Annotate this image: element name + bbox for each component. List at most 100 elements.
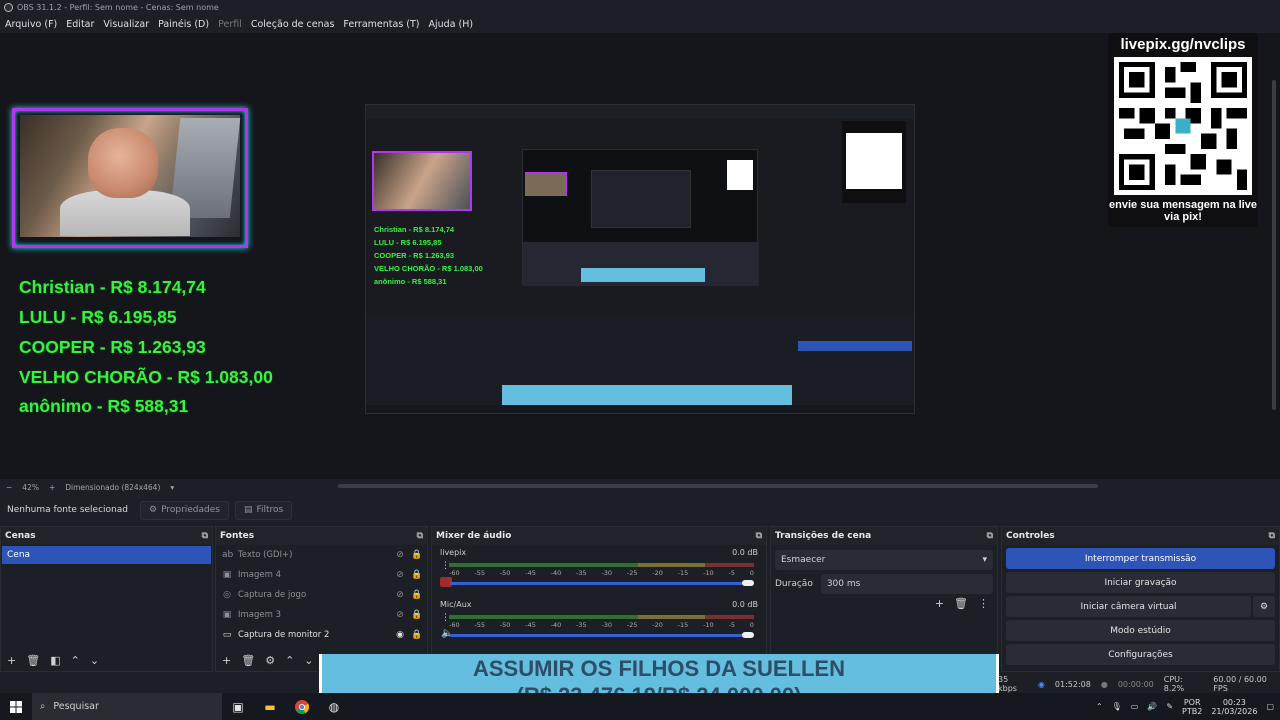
move-up-icon[interactable]: ⌃ [285, 654, 294, 667]
eye-hidden-icon[interactable]: ⊘ [395, 610, 405, 620]
studio-mode-button[interactable]: Modo estúdio [1006, 620, 1275, 641]
donor-line: Christian - R$ 8.174,74 [19, 277, 206, 297]
source-name: Captura de monitor 2 [238, 630, 330, 640]
qr-code-icon [1114, 57, 1252, 195]
eye-hidden-icon[interactable]: ⊘ [395, 570, 405, 580]
search-icon: ⌕ [40, 701, 46, 712]
remove-transition-icon[interactable]: 🗑 [954, 597, 968, 610]
preview-vertical-scrollbar[interactable] [1272, 80, 1276, 410]
webcam-frame [12, 108, 248, 248]
remove-scene-icon[interactable]: 🗑 [26, 654, 40, 667]
menu-visualizar[interactable]: Visualizar [103, 19, 149, 30]
menu-colecao-cenas[interactable]: Coleção de cenas [251, 19, 335, 30]
obs-taskbar-icon[interactable]: ◍ [318, 693, 350, 720]
notification-icon[interactable]: ▢ [1266, 702, 1274, 711]
eye-hidden-icon[interactable]: ⊘ [395, 550, 405, 560]
add-source-icon[interactable]: + [222, 654, 231, 667]
taskbar-search[interactable]: ⌕ Pesquisar [32, 693, 222, 720]
preview-horizontal-scrollbar[interactable] [338, 484, 1098, 488]
dock-undock-icon[interactable]: ⧉ [987, 531, 993, 541]
settings-button[interactable]: Configurações [1006, 644, 1275, 665]
cpu-usage: CPU: 8.2% [1163, 675, 1185, 693]
channel-db: 0.0 dB [732, 548, 758, 557]
source-properties-icon[interactable]: ⚙ [265, 654, 275, 667]
duration-spinbox[interactable]: 300 ms [820, 574, 993, 594]
transition-select[interactable]: Esmaecer ▾ [775, 550, 993, 570]
zoom-out-button[interactable]: − [6, 483, 12, 492]
add-transition-icon[interactable]: + [935, 597, 944, 610]
dock-undock-icon[interactable]: ⧉ [202, 531, 208, 541]
move-down-icon[interactable]: ⌄ [90, 654, 99, 667]
properties-button[interactable]: ⚙ Propriedades [140, 500, 229, 520]
qr-message: envie sua mensagem na live via pix! [1109, 199, 1257, 223]
start-recording-button[interactable]: Iniciar gravação [1006, 572, 1275, 593]
stop-streaming-button[interactable]: Interromper transmissão [1006, 548, 1275, 569]
microphone-icon[interactable]: 🎙 [1112, 702, 1122, 711]
move-down-icon[interactable]: ⌄ [304, 654, 313, 667]
dock-undock-icon[interactable]: ⧉ [1269, 531, 1275, 541]
volume-slider[interactable] [450, 582, 754, 585]
lock-icon[interactable]: 🔒 [411, 550, 422, 560]
channel-name: Mic/Aux [440, 600, 472, 609]
file-explorer-icon[interactable]: ▬ [254, 693, 286, 720]
meter-ticks: -60 -55 -50 -45 -40 -35 -30 -25 -20 -15 -10 -5 0 [449, 621, 754, 629]
transitions-title: Transições de cena [775, 531, 872, 541]
language-indicator[interactable]: POR PTB2 [1182, 698, 1202, 716]
move-up-icon[interactable]: ⌃ [71, 654, 80, 667]
volume-slider[interactable] [450, 634, 754, 637]
volume-slider-knob[interactable] [742, 580, 754, 586]
source-item[interactable]: ab Texto (GDI+) ⊘ 🔒 [216, 545, 427, 565]
source-item[interactable]: ▭ Captura de monitor 2 ◉ 🔒 [216, 625, 427, 645]
mini-donor-line: anônimo - R$ 588,31 [374, 277, 447, 286]
source-item[interactable]: ▣ Imagem 3 ⊘ 🔒 [216, 605, 427, 625]
menu-paineis[interactable]: Painéis (D) [158, 19, 209, 30]
lock-icon[interactable]: 🔒 [411, 570, 422, 580]
menu-ajuda[interactable]: Ajuda (H) [429, 19, 474, 30]
scene-item[interactable]: Cena [2, 546, 211, 564]
zoom-in-button[interactable]: + [49, 483, 55, 492]
transition-menu-icon[interactable]: ⋮ [978, 597, 989, 610]
source-item[interactable]: ◎ Captura de jogo ⊘ 🔒 [216, 585, 427, 605]
lock-icon[interactable]: 🔒 [411, 630, 422, 640]
start-virtual-camera-button[interactable]: Iniciar câmera virtual [1006, 596, 1251, 617]
mini-donor-line: Christian - R$ 8.174,74 [374, 225, 455, 234]
tray-chevron-icon[interactable]: ⌃ [1096, 702, 1103, 711]
volume-slider-knob[interactable] [742, 632, 754, 638]
scaling-label: Dimensionado (824x464) [65, 482, 161, 492]
task-view-icon[interactable]: ▣ [222, 693, 254, 720]
remove-source-icon[interactable]: 🗑 [241, 654, 255, 667]
lock-icon[interactable]: 🔒 [411, 590, 422, 600]
eye-icon[interactable]: ◉ [395, 630, 405, 640]
add-scene-icon[interactable]: + [7, 654, 16, 667]
filters-button[interactable]: ▤ Filtros [234, 500, 293, 520]
virtual-camera-settings-icon[interactable]: ⚙ [1253, 596, 1275, 617]
dock-undock-icon[interactable]: ⧉ [756, 531, 762, 541]
scene-filters-icon[interactable]: ◧ [50, 654, 60, 667]
windows-start-icon[interactable] [0, 693, 32, 720]
transition-selected-value: Esmaecer [781, 555, 826, 565]
menu-ferramentas[interactable]: Ferramentas (T) [343, 19, 419, 30]
menu-perfil[interactable]: Perfil [218, 19, 242, 30]
volume-icon[interactable]: 🔊 [1147, 702, 1157, 711]
source-item[interactable]: ▣ Imagem 4 ⊘ 🔒 [216, 565, 427, 585]
donor-line: anônimo - R$ 588,31 [19, 396, 189, 416]
filter-icon: ▤ [243, 505, 253, 515]
duration-label: Duração [775, 579, 813, 589]
chrome-icon[interactable] [286, 693, 318, 720]
dock-undock-icon[interactable]: ⧉ [417, 531, 423, 541]
gamepad-icon: ◎ [223, 590, 231, 600]
sources-dock: Fontes ⧉ ab Texto (GDI+) ⊘ 🔒 ▣ Imagem 4 ⊘ 🔒 ◎ Ca… [215, 526, 428, 672]
network-icon[interactable]: ▭ [1131, 702, 1139, 711]
stream-icon: ◉ [1037, 679, 1045, 689]
source-name: Imagem 3 [238, 610, 282, 620]
pen-icon[interactable]: ✎ [1166, 702, 1173, 711]
bitrate: 35 kbps [998, 675, 1017, 693]
menu-editar[interactable]: Editar [66, 19, 94, 30]
window-titlebar: OBS 31.1.2 - Perfil: Sem nome - Cenas: S… [0, 0, 1280, 15]
scaling-dropdown-icon[interactable]: ▾ [170, 483, 174, 492]
menu-arquivo[interactable]: Arquivo (F) [5, 19, 57, 30]
eye-hidden-icon[interactable]: ⊘ [395, 590, 405, 600]
mixer-title: Mixer de áudio [436, 531, 512, 541]
clock[interactable]: 00:23 21/03/2026 [1211, 698, 1257, 716]
lock-icon[interactable]: 🔒 [411, 610, 422, 620]
